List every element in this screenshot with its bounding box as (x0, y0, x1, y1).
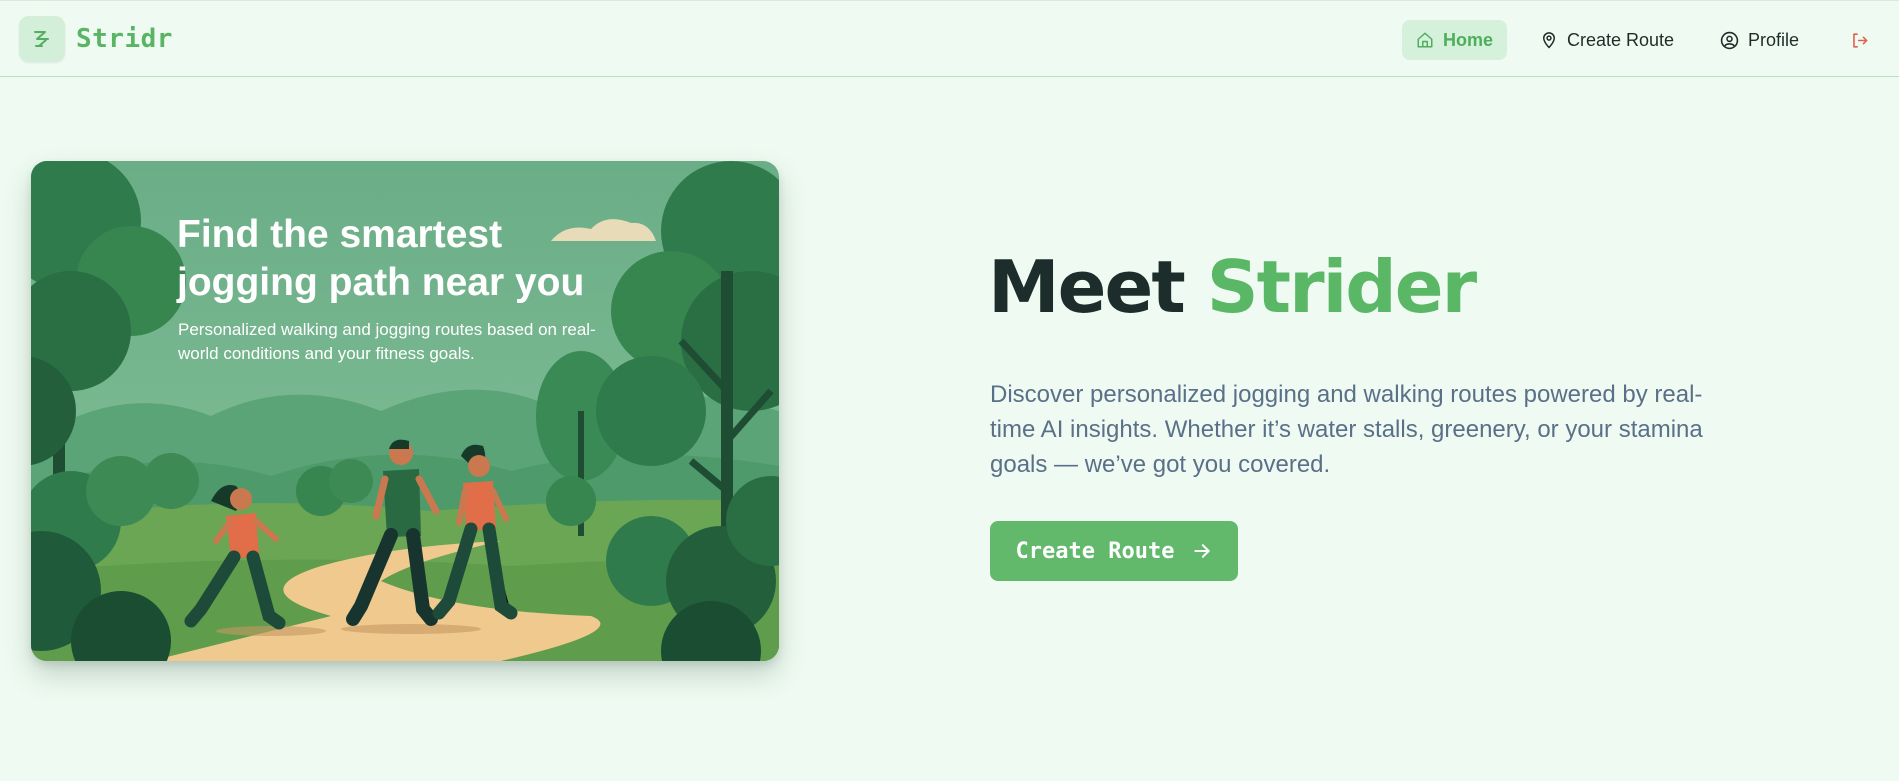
stride-bolt-icon (19, 16, 65, 62)
nav-create-route-label: Create Route (1567, 29, 1675, 50)
logout-icon (1850, 31, 1869, 50)
create-route-button-label: Create Route (1015, 538, 1175, 564)
nav-home-label: Home (1442, 29, 1493, 50)
brand[interactable]: Stridr (19, 16, 173, 62)
logout-button[interactable] (1845, 20, 1873, 60)
map-pin-icon (1540, 31, 1558, 49)
hero-description: Discover personalized jogging and walkin… (990, 381, 1703, 478)
hero-title: Meet Strider (988, 245, 1477, 329)
nav-profile-label: Profile (1748, 29, 1800, 50)
arrow-right-icon (1192, 541, 1212, 561)
brand-name: Stridr (76, 24, 173, 54)
home-icon (1416, 31, 1434, 49)
top-navigation-bar: Stridr Home Create Route Profile (0, 0, 1899, 77)
hero-title-accent: Strider (1206, 245, 1477, 329)
nav-create-route[interactable]: Create Route (1540, 20, 1674, 60)
hero-illustration-card: Find the smartest jogging path near you … (31, 161, 779, 661)
hero-title-prefix: Meet (988, 245, 1207, 329)
user-circle-icon (1720, 31, 1739, 50)
card-title: Find the smartest jogging path near you (177, 213, 585, 304)
nav-home[interactable]: Home (1402, 20, 1507, 60)
create-route-button[interactable]: Create Route (990, 521, 1238, 581)
nav-profile[interactable]: Profile (1720, 20, 1799, 60)
card-subtitle: Personalized walking and jogging routes … (178, 320, 596, 363)
